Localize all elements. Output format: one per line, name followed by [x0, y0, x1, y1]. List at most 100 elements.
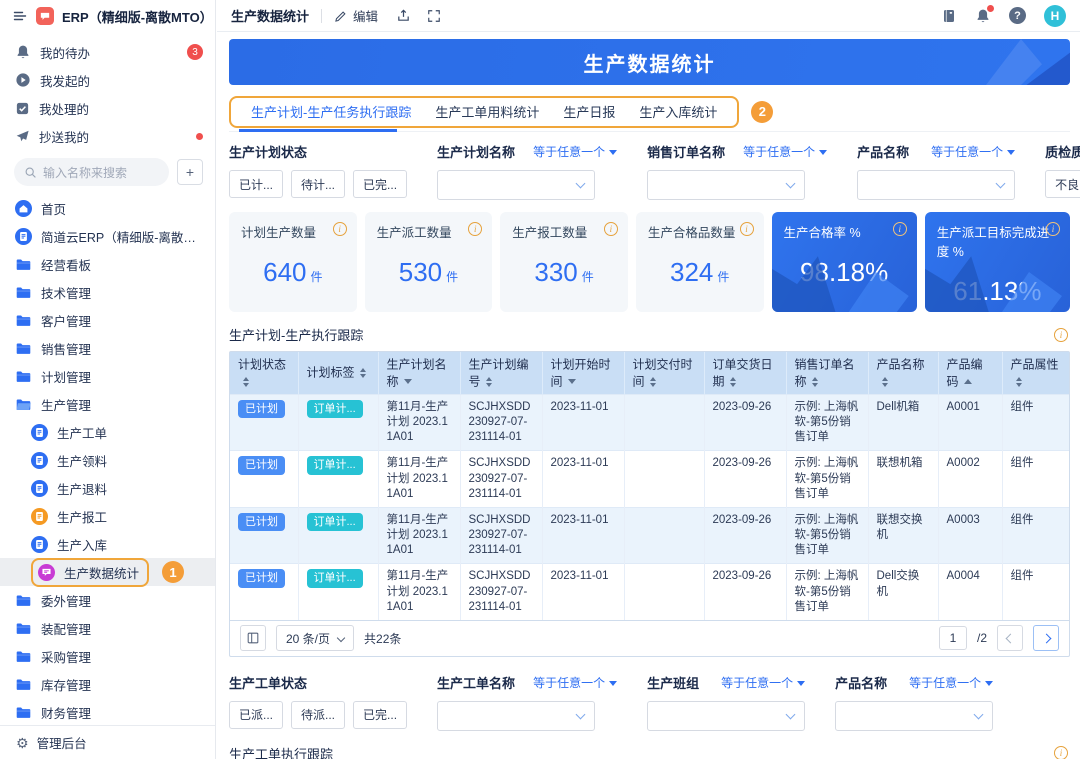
sort-icon[interactable]	[650, 377, 656, 387]
sidebar-item-app[interactable]: 生产领料	[0, 446, 215, 474]
info-icon[interactable]: i	[740, 222, 754, 236]
filter-operator[interactable]: 等于任意一个	[931, 143, 1015, 160]
topbar: 生产数据统计 编辑 ? H	[217, 0, 1080, 32]
share-button[interactable]	[396, 8, 411, 23]
sidebar-item-app[interactable]: 生产入库	[0, 530, 215, 558]
filter-operator[interactable]: 等于任意一个	[533, 143, 617, 160]
sidebar-item-app[interactable]: 生产工单	[0, 418, 215, 446]
next-page-button[interactable]	[1033, 625, 1059, 651]
sidebar-quick-item[interactable]: 我的待办3	[0, 38, 215, 66]
column-header[interactable]: 产品编码	[938, 352, 1002, 394]
sidebar-item-folder[interactable]: 采购管理	[0, 642, 215, 670]
filter-label: 生产班组	[647, 673, 699, 692]
filter-select[interactable]	[647, 701, 805, 731]
column-header[interactable]: 产品名称	[868, 352, 938, 394]
table-row[interactable]: 已计划订单计...第11月-生产计划 2023.11A01SCJHXSDD230…	[230, 451, 1069, 508]
sidebar-item-app[interactable]: 生产退料	[0, 474, 215, 502]
column-header[interactable]: 销售订单名称	[786, 352, 868, 394]
column-header[interactable]: 计划状态	[230, 352, 298, 394]
order-filters: 生产工单状态已派...待派...已完...生产工单名称等于任意一个生产班组等于任…	[229, 673, 1070, 731]
info-icon[interactable]: i	[333, 222, 347, 236]
filter-option-button[interactable]: 待派...	[291, 701, 345, 729]
filter-select[interactable]	[437, 701, 595, 731]
sort-icon[interactable]	[360, 368, 366, 378]
sort-icon[interactable]	[1016, 377, 1022, 387]
notifications-bell-icon[interactable]	[975, 8, 991, 24]
column-header[interactable]: 生产计划名称	[378, 352, 460, 394]
column-header[interactable]: 计划开始时间	[542, 352, 624, 394]
sort-icon[interactable]	[243, 377, 249, 387]
column-header[interactable]: 产品属性	[1002, 352, 1069, 394]
info-icon[interactable]: i	[1054, 746, 1068, 759]
filter-operator[interactable]: 等于任意一个	[909, 674, 993, 691]
stat-label: 计划生产数量	[241, 222, 345, 241]
help-icon[interactable]: ?	[1009, 7, 1026, 24]
filter-select[interactable]	[437, 170, 595, 200]
table-row[interactable]: 已计划订单计...第11月-生产计划 2023.11A01SCJHXSDD230…	[230, 564, 1069, 620]
column-settings-icon[interactable]	[240, 625, 266, 651]
info-icon[interactable]: i	[1046, 222, 1060, 236]
prev-page-button[interactable]	[997, 625, 1023, 651]
app-root: ERP（精细版-离散MTO） 我的待办3我发起的我处理的抄送我的 输入名称来搜索…	[0, 0, 1080, 759]
sidebar-item-folder[interactable]: 技术管理	[0, 278, 215, 306]
add-app-button[interactable]: +	[177, 159, 203, 185]
avatar[interactable]: H	[1044, 5, 1066, 27]
filter-select[interactable]	[835, 701, 993, 731]
column-header[interactable]: 计划交付时间	[624, 352, 704, 394]
admin-console-link[interactable]: 管理后台	[37, 733, 87, 752]
sidebar-item-app[interactable]: 简道云ERP（精细版-离散MTO）「...	[0, 222, 215, 250]
sort-asc-icon[interactable]	[964, 379, 972, 384]
changelog-icon[interactable]	[941, 8, 957, 24]
search-input[interactable]: 输入名称来搜索	[14, 158, 169, 186]
filter-option-button[interactable]: 已派...	[229, 701, 283, 729]
sidebar-item-folder[interactable]: 财务管理	[0, 698, 215, 725]
sidebar-item-folder[interactable]: 经营看板	[0, 250, 215, 278]
sort-desc-icon[interactable]	[568, 379, 576, 384]
sidebar-item-folder[interactable]: 库存管理	[0, 670, 215, 698]
sidebar-item-folder[interactable]: 销售管理	[0, 334, 215, 362]
sort-icon[interactable]	[486, 377, 492, 387]
filter-option-button[interactable]: 已完...	[353, 170, 407, 198]
sidebar-item-folder[interactable]: 生产管理	[0, 390, 215, 418]
info-icon[interactable]: i	[893, 222, 907, 236]
filter-operator[interactable]: 等于任意一个	[721, 674, 805, 691]
column-header[interactable]: 生产计划编号	[460, 352, 542, 394]
sidebar-item-folder[interactable]: 计划管理	[0, 362, 215, 390]
sidebar-item-app[interactable]: 生产报工	[0, 502, 215, 530]
page-size-select[interactable]: 20 条/页	[276, 625, 354, 651]
filter-option-button[interactable]: 已完...	[353, 701, 407, 729]
sidebar-item-folder[interactable]: 客户管理	[0, 306, 215, 334]
info-icon[interactable]: i	[604, 222, 618, 236]
sort-icon[interactable]	[730, 377, 736, 387]
tab[interactable]: 生产入库统计	[627, 102, 729, 121]
sidebar-quick-item[interactable]: 我发起的	[0, 66, 215, 94]
table-row[interactable]: 已计划订单计...第11月-生产计划 2023.11A01SCJHXSDD230…	[230, 507, 1069, 564]
sidebar-item-app[interactable]: 生产数据统计1	[0, 558, 215, 586]
sort-icon[interactable]	[812, 377, 818, 387]
page-number-input[interactable]: 1	[939, 626, 967, 650]
sidebar-quick-item[interactable]: 抄送我的	[0, 122, 215, 150]
column-header[interactable]: 订单交货日期	[704, 352, 786, 394]
sidebar-item-folder[interactable]: 装配管理	[0, 614, 215, 642]
info-icon[interactable]: i	[1054, 328, 1068, 342]
table-row[interactable]: 已计划订单计...第11月-生产计划 2023.11A01SCJHXSDD230…	[230, 394, 1069, 451]
sort-desc-icon[interactable]	[404, 379, 412, 384]
fullscreen-button[interactable]	[427, 9, 441, 23]
sidebar-quick-item[interactable]: 我处理的	[0, 94, 215, 122]
filter-option-button[interactable]: 已计...	[229, 170, 283, 198]
filter-operator[interactable]: 等于任意一个	[533, 674, 617, 691]
collapse-sidebar-icon[interactable]	[12, 8, 28, 24]
tab[interactable]: 生产工单用料统计	[423, 102, 551, 121]
sort-icon[interactable]	[882, 377, 888, 387]
filter-operator[interactable]: 等于任意一个	[743, 143, 827, 160]
sidebar-item-app[interactable]: 首页	[0, 194, 215, 222]
tab[interactable]: 生产日报	[551, 102, 627, 121]
filter-select[interactable]	[647, 170, 805, 200]
edit-button[interactable]: 编辑	[334, 6, 378, 25]
filter-option-button[interactable]: 不良品	[1045, 170, 1080, 198]
tab-active[interactable]: 生产计划-生产任务执行跟踪	[239, 102, 423, 121]
filter-option-button[interactable]: 待计...	[291, 170, 345, 198]
filter-select[interactable]	[857, 170, 1015, 200]
column-header[interactable]: 计划标签	[298, 352, 378, 394]
sidebar-item-folder[interactable]: 委外管理	[0, 586, 215, 614]
